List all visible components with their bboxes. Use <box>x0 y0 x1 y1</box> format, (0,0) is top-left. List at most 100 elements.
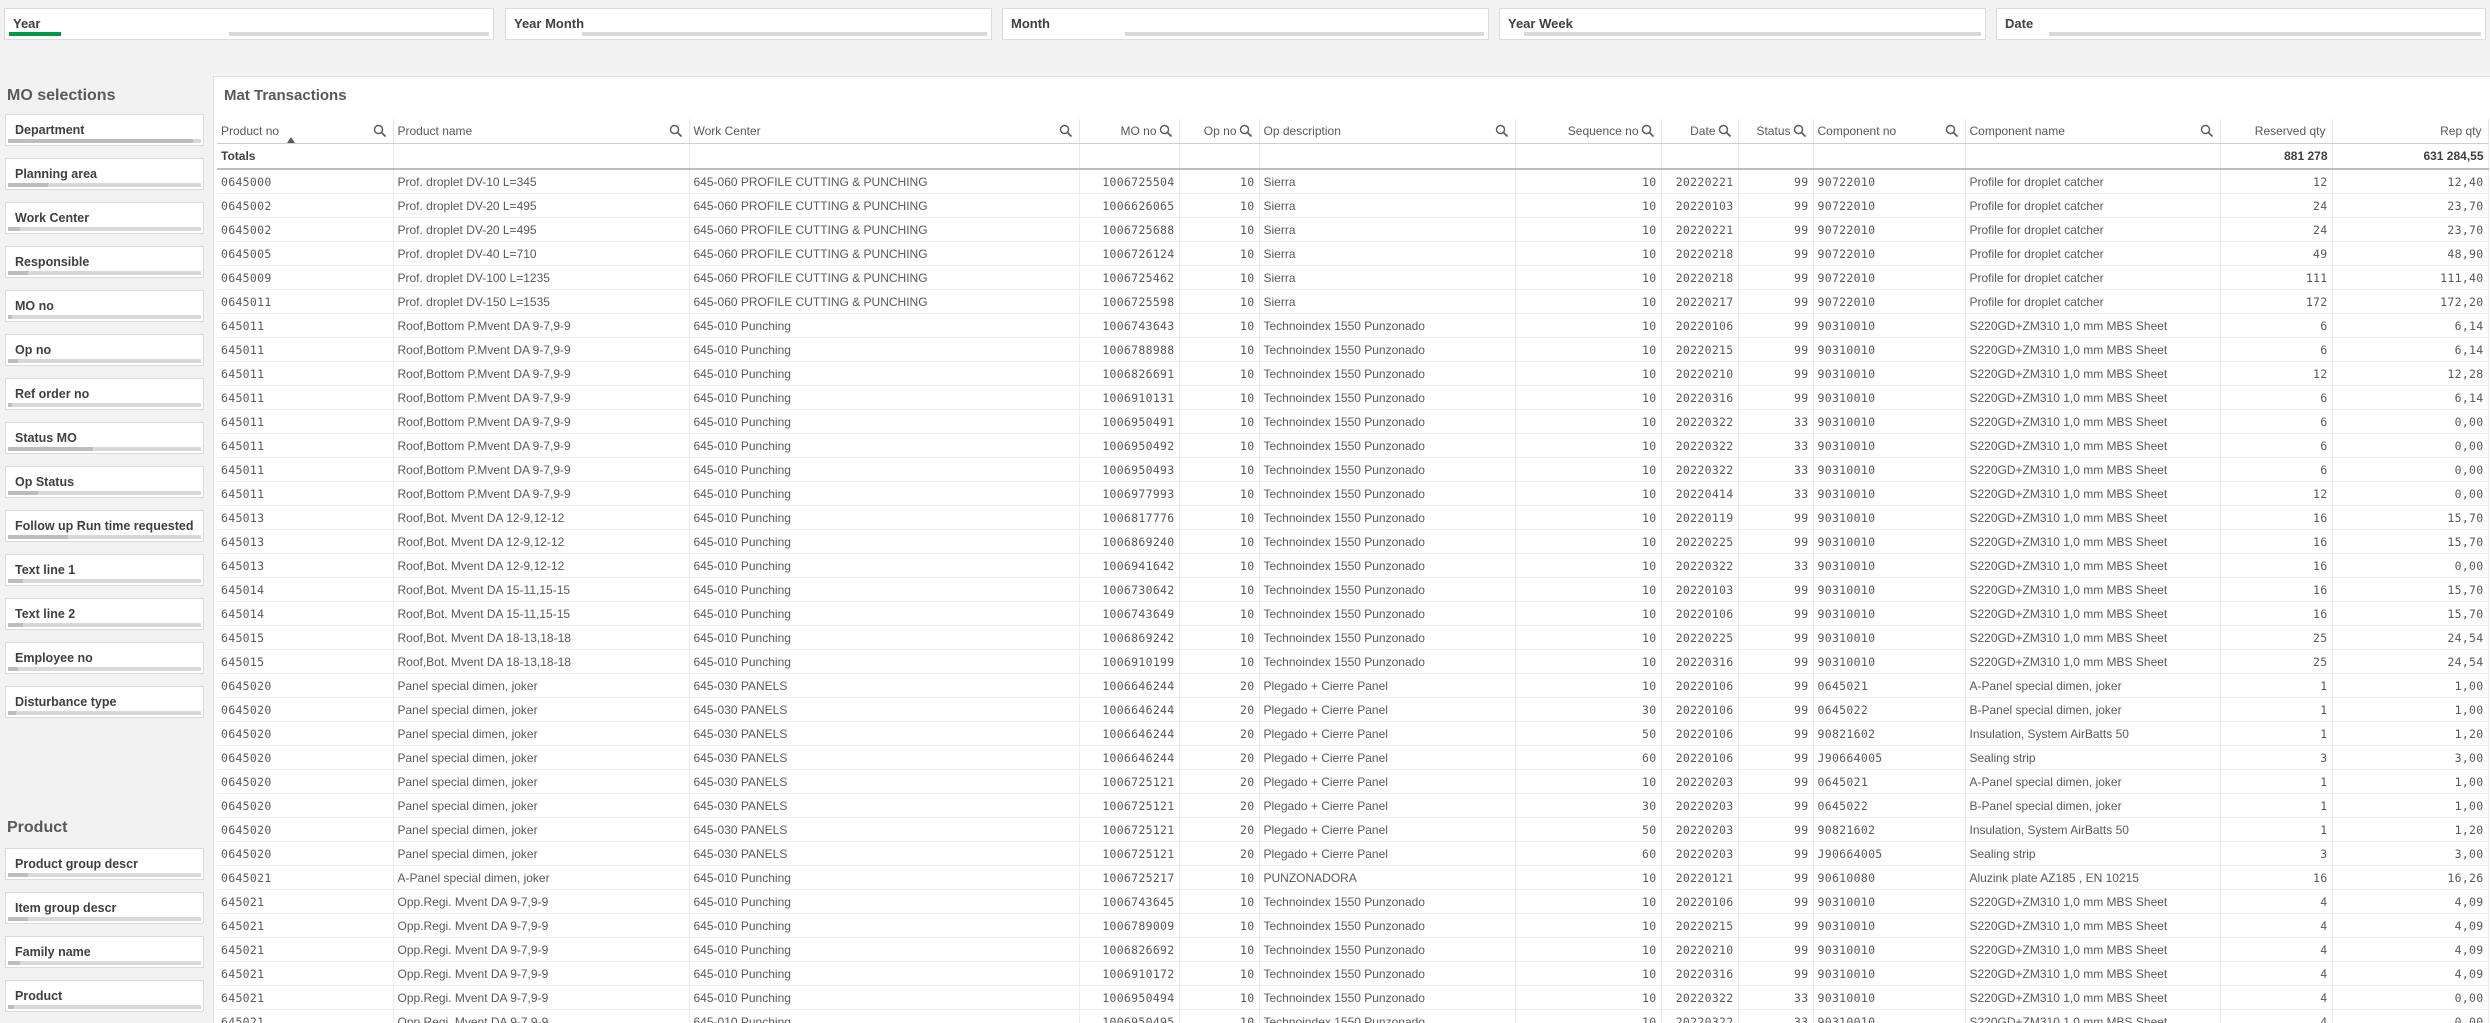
cell-component-name[interactable]: S220GD+ZM310 1,0 mm MBS Sheet <box>1965 985 2221 1010</box>
cell-component-name[interactable]: S220GD+ZM310 1,0 mm MBS Sheet <box>1965 481 2221 506</box>
cell-op-no[interactable]: 10 <box>1179 913 1260 938</box>
cell-product-name[interactable]: Roof,Bot. Mvent DA 15-11,15-15 <box>393 601 690 626</box>
cell-product-no[interactable]: 0645002 <box>217 193 394 218</box>
col-header-component-name[interactable]: Component name <box>1965 119 2221 144</box>
cell-component-name[interactable]: Profile for droplet catcher <box>1965 217 2221 242</box>
cell-work-center[interactable]: 645-060 PROFILE CUTTING & PUNCHING <box>689 217 1080 242</box>
cell-op-description[interactable]: Technoindex 1550 Punzonado <box>1259 625 1516 650</box>
cell-op-no[interactable]: 10 <box>1179 409 1260 434</box>
cell-mo-no[interactable]: 1006725504 <box>1079 169 1180 194</box>
cell-status[interactable]: 99 <box>1738 673 1814 698</box>
table-row[interactable]: 0645020 Panel special dimen, joker 645-030… <box>217 745 2489 770</box>
cell-work-center[interactable]: 645-010 Punching <box>689 433 1080 458</box>
cell-reserved-qty[interactable]: 16 <box>2220 529 2333 554</box>
cell-status[interactable]: 99 <box>1738 937 1814 962</box>
cell-op-description[interactable]: Technoindex 1550 Punzonado <box>1259 649 1516 674</box>
cell-date[interactable]: 20220322 <box>1661 985 1739 1010</box>
cell-mo-no[interactable]: 1006950492 <box>1079 433 1180 458</box>
cell-date[interactable]: 20220225 <box>1661 529 1739 554</box>
cell-status[interactable]: 99 <box>1738 169 1814 194</box>
cell-component-name[interactable]: S220GD+ZM310 1,0 mm MBS Sheet <box>1965 409 2221 434</box>
table-row[interactable]: 0645002 Prof. droplet DV-20 L=495 645-060 … <box>217 193 2489 218</box>
cell-work-center[interactable]: 645-010 Punching <box>689 505 1080 530</box>
cell-sequence-no[interactable]: 50 <box>1515 721 1662 746</box>
cell-sequence-no[interactable]: 10 <box>1515 937 1662 962</box>
cell-component-no[interactable]: 90722010 <box>1813 169 1966 194</box>
cell-date[interactable]: 20220215 <box>1661 913 1739 938</box>
cell-rep-qty[interactable]: 1,20 <box>2332 817 2489 842</box>
search-icon[interactable] <box>1059 124 1073 138</box>
listbox-planning-area[interactable]: Planning area <box>5 158 204 190</box>
cell-product-name[interactable]: Opp.Regi. Mvent DA 9-7,9-9 <box>393 985 690 1010</box>
cell-status[interactable]: 99 <box>1738 577 1814 602</box>
table-row[interactable]: 645011 Roof,Bottom P.Mvent DA 9-7,9-9 645-… <box>217 409 2489 434</box>
col-header-op-no[interactable]: Op no <box>1179 119 1260 144</box>
cell-rep-qty[interactable]: 0,00 <box>2332 433 2489 458</box>
cell-product-no[interactable]: 645014 <box>217 601 394 626</box>
cell-component-no[interactable]: 0645022 <box>1813 697 1966 722</box>
cell-op-no[interactable]: 10 <box>1179 457 1260 482</box>
cell-status[interactable]: 99 <box>1738 337 1814 362</box>
cell-mo-no[interactable]: 1006950495 <box>1079 1009 1180 1023</box>
cell-work-center[interactable]: 645-010 Punching <box>689 889 1080 914</box>
cell-date[interactable]: 20220221 <box>1661 217 1739 242</box>
filter-year-month[interactable]: Year Month <box>505 8 992 40</box>
table-row[interactable]: 0645009 Prof. droplet DV-100 L=1235 645-06… <box>217 265 2489 290</box>
filter-year-week[interactable]: Year Week <box>1499 8 1986 40</box>
cell-op-no[interactable]: 10 <box>1179 1009 1260 1023</box>
cell-work-center[interactable]: 645-030 PANELS <box>689 697 1080 722</box>
cell-product-no[interactable]: 645015 <box>217 649 394 674</box>
cell-product-name[interactable]: Roof,Bottom P.Mvent DA 9-7,9-9 <box>393 313 690 338</box>
cell-component-name[interactable]: S220GD+ZM310 1,0 mm MBS Sheet <box>1965 577 2221 602</box>
cell-reserved-qty[interactable]: 16 <box>2220 577 2333 602</box>
filter-month[interactable]: Month <box>1002 8 1489 40</box>
search-icon[interactable] <box>1945 124 1959 138</box>
cell-sequence-no[interactable]: 10 <box>1515 169 1662 194</box>
cell-sequence-no[interactable]: 10 <box>1515 625 1662 650</box>
cell-product-name[interactable]: Roof,Bot. Mvent DA 18-13,18-18 <box>393 625 690 650</box>
col-header-mo-no[interactable]: MO no <box>1079 119 1180 144</box>
col-header-component-no[interactable]: Component no <box>1813 119 1966 144</box>
cell-reserved-qty[interactable]: 12 <box>2220 481 2333 506</box>
listbox-product-group-descr[interactable]: Product group descr <box>5 848 204 880</box>
cell-reserved-qty[interactable]: 25 <box>2220 625 2333 650</box>
cell-component-no[interactable]: 90722010 <box>1813 265 1966 290</box>
cell-component-no[interactable]: J90664005 <box>1813 745 1966 770</box>
cell-mo-no[interactable]: 1006626065 <box>1079 193 1180 218</box>
cell-product-no[interactable]: 0645020 <box>217 841 394 866</box>
cell-work-center[interactable]: 645-010 Punching <box>689 529 1080 554</box>
cell-component-name[interactable]: Profile for droplet catcher <box>1965 289 2221 314</box>
cell-rep-qty[interactable]: 3,00 <box>2332 841 2489 866</box>
cell-sequence-no[interactable]: 10 <box>1515 601 1662 626</box>
cell-rep-qty[interactable]: 4,09 <box>2332 889 2489 914</box>
cell-date[interactable]: 20220316 <box>1661 385 1739 410</box>
cell-product-no[interactable]: 645013 <box>217 505 394 530</box>
cell-op-description[interactable]: Plegado + Cierre Panel <box>1259 841 1516 866</box>
cell-op-description[interactable]: Plegado + Cierre Panel <box>1259 721 1516 746</box>
cell-rep-qty[interactable]: 23,70 <box>2332 193 2489 218</box>
cell-date[interactable]: 20220215 <box>1661 337 1739 362</box>
cell-status[interactable]: 99 <box>1738 361 1814 386</box>
table-row[interactable]: 645021 Opp.Regi. Mvent DA 9-7,9-9 645-010 … <box>217 913 2489 938</box>
table-row[interactable]: 645021 Opp.Regi. Mvent DA 9-7,9-9 645-010 … <box>217 889 2489 914</box>
cell-status[interactable]: 99 <box>1738 289 1814 314</box>
cell-work-center[interactable]: 645-010 Punching <box>689 649 1080 674</box>
filter-date[interactable]: Date <box>1996 8 2486 40</box>
cell-rep-qty[interactable]: 0,00 <box>2332 409 2489 434</box>
cell-product-name[interactable]: Roof,Bot. Mvent DA 12-9,12-12 <box>393 505 690 530</box>
cell-op-description[interactable]: Technoindex 1550 Punzonado <box>1259 505 1516 530</box>
cell-product-name[interactable]: Prof. droplet DV-10 L=345 <box>393 169 690 194</box>
table-row[interactable]: 645014 Roof,Bot. Mvent DA 15-11,15-15 645-… <box>217 601 2489 626</box>
cell-op-description[interactable]: Sierra <box>1259 169 1516 194</box>
cell-product-no[interactable]: 645013 <box>217 529 394 554</box>
cell-product-no[interactable]: 645013 <box>217 553 394 578</box>
cell-op-description[interactable]: Sierra <box>1259 193 1516 218</box>
cell-mo-no[interactable]: 1006941642 <box>1079 553 1180 578</box>
cell-date[interactable]: 20220210 <box>1661 937 1739 962</box>
listbox-family-name[interactable]: Family name <box>5 936 204 968</box>
cell-product-name[interactable]: Roof,Bottom P.Mvent DA 9-7,9-9 <box>393 409 690 434</box>
col-header-work-center[interactable]: Work Center <box>689 119 1080 144</box>
cell-sequence-no[interactable]: 10 <box>1515 913 1662 938</box>
cell-product-no[interactable]: 645011 <box>217 457 394 482</box>
cell-op-no[interactable]: 20 <box>1179 769 1260 794</box>
